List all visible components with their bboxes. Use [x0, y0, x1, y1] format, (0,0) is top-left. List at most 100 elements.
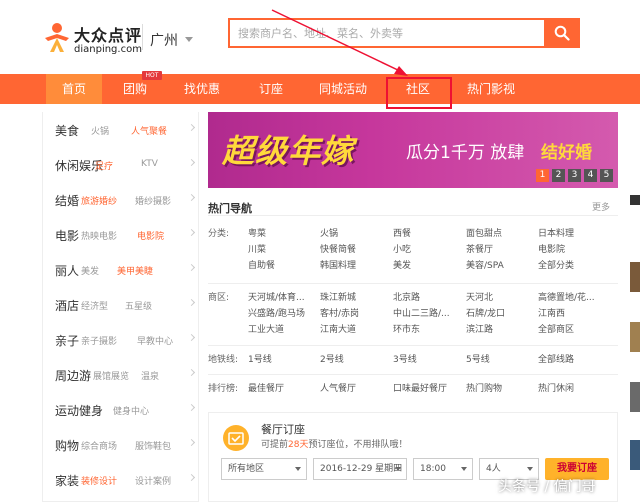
hot-nav-link[interactable]: 环市东	[393, 322, 420, 335]
hot-nav-link[interactable]: 全部商区	[538, 322, 574, 335]
sidebar-category[interactable]: 美食	[55, 122, 79, 139]
area-select[interactable]: 所有地区	[221, 458, 307, 480]
hot-nav-link[interactable]: 日本料理	[538, 226, 574, 239]
sidebar-row[interactable]: 购物 综合商场 服饰鞋包	[43, 427, 200, 462]
sidebar-category[interactable]: 运动健身	[55, 402, 103, 419]
sidebar-subcategory[interactable]: 早教中心	[137, 334, 173, 347]
hot-nav-link[interactable]: 江南西	[538, 306, 565, 319]
chevron-down-icon[interactable]	[185, 37, 193, 42]
hot-nav-link[interactable]: 茶餐厅	[466, 242, 493, 255]
sidebar-subcategory[interactable]: 五星级	[125, 299, 152, 312]
hot-nav-link[interactable]: 自助餐	[248, 258, 275, 271]
hot-nav-link[interactable]: 中山二三路/...	[393, 306, 450, 319]
hot-nav-more-link[interactable]: 更多	[592, 200, 610, 213]
sidebar-category[interactable]: 家装	[55, 472, 79, 489]
hot-nav-link[interactable]: 川菜	[248, 242, 266, 255]
hot-nav-link[interactable]: 江南大道	[320, 322, 356, 335]
sidebar-subcategory[interactable]: 火锅	[91, 124, 109, 137]
banner-page-indicator[interactable]: 3	[568, 169, 581, 182]
sidebar-row[interactable]: 休闲娱乐 足疗 KTV	[43, 147, 200, 182]
hot-nav-link[interactable]: 人气餐厅	[320, 381, 356, 394]
hot-nav-link[interactable]: 2号线	[320, 352, 344, 365]
hot-nav-link[interactable]: 电影院	[538, 242, 565, 255]
hot-nav-link[interactable]: 韩国料理	[320, 258, 356, 271]
sidebar-subcategory[interactable]: 健身中心	[113, 404, 149, 417]
hot-nav-link[interactable]: 高德置地/花...	[538, 290, 595, 303]
nav-item-movies[interactable]: 热门影视	[456, 74, 526, 104]
sidebar-row[interactable]: 美食 火锅 人气聚餐	[43, 112, 200, 147]
hot-nav-link[interactable]: 5号线	[466, 352, 490, 365]
right-thumbnail[interactable]	[630, 322, 640, 352]
date-select[interactable]: 2016-12-29 星期四	[313, 458, 407, 480]
sidebar-category[interactable]: 酒店	[55, 297, 79, 314]
sidebar-category[interactable]: 电影	[55, 227, 79, 244]
sidebar-subcategory[interactable]: 电影院	[137, 229, 164, 242]
hot-nav-link[interactable]: 全部分类	[538, 258, 574, 271]
sidebar-subcategory[interactable]: KTV	[141, 159, 158, 169]
nav-item-deals[interactable]: 找优惠	[172, 74, 232, 104]
search-button[interactable]	[544, 18, 580, 48]
hot-nav-link[interactable]: 西餐	[393, 226, 411, 239]
sidebar-category[interactable]: 丽人	[55, 262, 79, 279]
banner-page-indicator[interactable]: 5	[600, 169, 613, 182]
hot-nav-link[interactable]: 快餐简餐	[320, 242, 356, 255]
hot-nav-link[interactable]: 热门购物	[466, 381, 502, 394]
hot-nav-link[interactable]: 美发	[393, 258, 411, 271]
sidebar-subcategory[interactable]: 热映电影	[81, 229, 117, 242]
hot-nav-link[interactable]: 口味最好餐厅	[393, 381, 447, 394]
hot-nav-link[interactable]: 滨江路	[466, 322, 493, 335]
sidebar-subcategory[interactable]: 服饰鞋包	[135, 439, 171, 452]
hot-nav-link[interactable]: 珠江新城	[320, 290, 356, 303]
right-thumbnail[interactable]	[630, 382, 640, 412]
hot-nav-link[interactable]: 小吃	[393, 242, 411, 255]
sidebar-subcategory[interactable]: 人气聚餐	[131, 124, 167, 137]
sidebar-subcategory[interactable]: 婚纱摄影	[135, 194, 171, 207]
hot-nav-link[interactable]: 全部线路	[538, 352, 574, 365]
hot-nav-link[interactable]: 火锅	[320, 226, 338, 239]
right-thumbnail[interactable]	[630, 262, 640, 292]
sidebar-subcategory[interactable]: 装修设计	[81, 474, 117, 487]
hot-nav-link[interactable]: 美容/SPA	[466, 258, 504, 271]
hot-nav-link[interactable]: 石牌/龙口	[466, 306, 505, 319]
sidebar-subcategory[interactable]: 亲子摄影	[81, 334, 117, 347]
hot-nav-link[interactable]: 天河城/体育...	[248, 290, 305, 303]
hot-nav-link[interactable]: 1号线	[248, 352, 272, 365]
sidebar-category[interactable]: 周边游	[55, 367, 91, 384]
sidebar-row[interactable]: 酒店 经济型 五星级	[43, 287, 200, 322]
sidebar-category[interactable]: 结婚	[55, 192, 79, 209]
hot-nav-link[interactable]: 热门休闲	[538, 381, 574, 394]
hot-nav-link[interactable]: 最佳餐厅	[248, 381, 284, 394]
sidebar-row[interactable]: 结婚 旅游婚纱 婚纱摄影	[43, 182, 200, 217]
hot-nav-link[interactable]: 粤菜	[248, 226, 266, 239]
right-thumbnail[interactable]	[630, 440, 640, 470]
banner-page-indicator[interactable]: 1	[536, 169, 549, 182]
nav-item-reservation[interactable]: 订座	[246, 74, 296, 104]
time-select[interactable]: 18:00	[413, 458, 473, 480]
hot-nav-link[interactable]: 天河北	[466, 290, 493, 303]
banner-page-indicator[interactable]: 4	[584, 169, 597, 182]
sidebar-row[interactable]: 丽人 美发 美甲美睫	[43, 252, 200, 287]
sidebar-subcategory[interactable]: 温泉	[141, 369, 159, 382]
sidebar-row[interactable]: 家装 装修设计 设计案例	[43, 462, 200, 497]
banner-page-indicator[interactable]: 2	[552, 169, 565, 182]
sidebar-subcategory[interactable]: 设计案例	[135, 474, 171, 487]
sidebar-subcategory[interactable]: 综合商场	[81, 439, 117, 452]
sidebar-row[interactable]: 电影 热映电影 电影院	[43, 217, 200, 252]
sidebar-subcategory[interactable]: 美发	[81, 264, 99, 277]
hot-nav-link[interactable]: 兴盛路/跑马场	[248, 306, 305, 319]
dianping-logo[interactable]: 大众点评 dianping.com	[42, 20, 142, 60]
sidebar-category[interactable]: 购物	[55, 437, 79, 454]
sidebar-row[interactable]: 亲子 亲子摄影 早教中心	[43, 322, 200, 357]
sidebar-row[interactable]: 运动健身 健身中心	[43, 392, 200, 427]
hot-nav-link[interactable]: 3号线	[393, 352, 417, 365]
hot-nav-link[interactable]: 面包甜点	[466, 226, 502, 239]
hot-nav-link[interactable]: 客村/赤岗	[320, 306, 359, 319]
sidebar-subcategory[interactable]: 旅游婚纱	[81, 194, 117, 207]
search-input[interactable]	[230, 20, 546, 46]
sidebar-category[interactable]: 亲子	[55, 332, 79, 349]
nav-item-events[interactable]: 同城活动	[308, 74, 378, 104]
sidebar-subcategory[interactable]: 经济型	[81, 299, 108, 312]
sidebar-subcategory[interactable]: 足疗	[95, 159, 113, 172]
right-thumbnail[interactable]	[630, 195, 640, 205]
sidebar-subcategory[interactable]: 展馆展览	[93, 369, 129, 382]
